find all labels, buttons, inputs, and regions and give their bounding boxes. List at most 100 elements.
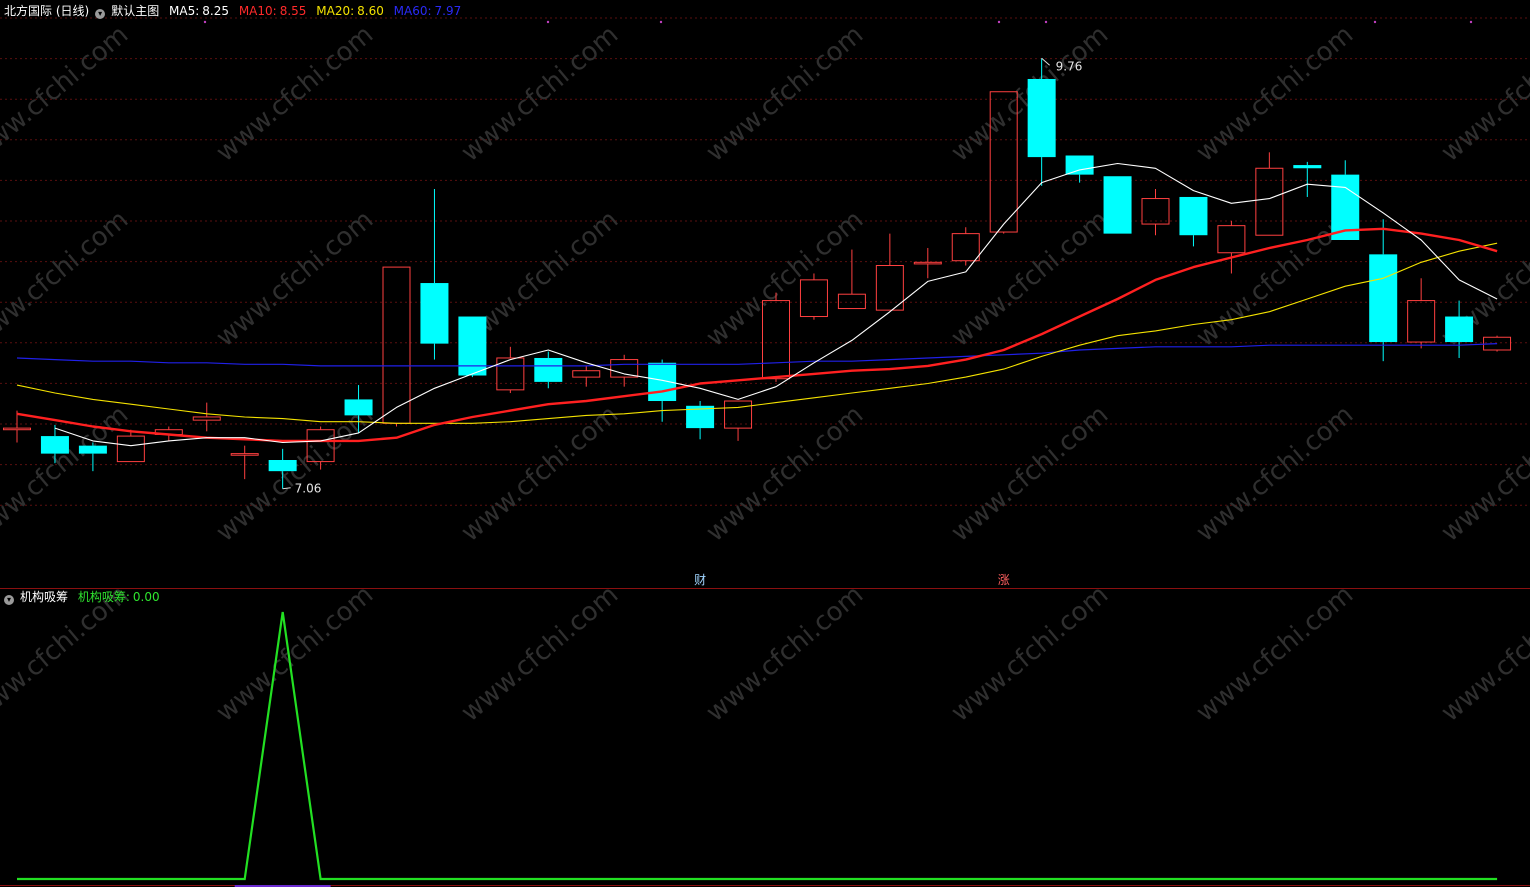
event-dot: [1469, 20, 1473, 24]
candle-body: [1065, 155, 1094, 175]
event-dot: [1373, 20, 1377, 24]
main-chart-label[interactable]: 默认主图: [111, 4, 159, 18]
ma5-label: MA5:: [169, 4, 200, 18]
indicator-value-label: 机构吸筹:: [77, 590, 130, 604]
ma10-label: MA10:: [238, 4, 277, 18]
ma60-value: 7.97: [434, 4, 462, 18]
candle-13: [496, 346, 525, 394]
candle-22: [837, 249, 866, 310]
event-label-18: 财: [694, 573, 706, 587]
candle-body: [1369, 254, 1398, 343]
ma20-value: 8.60: [357, 4, 384, 18]
candle-12: [458, 316, 487, 378]
high-price-label: 9.76: [1056, 59, 1083, 73]
candle-31: [1179, 196, 1208, 247]
candle-body: [724, 400, 753, 429]
event-dot: [659, 20, 663, 24]
main-chart-header: 北方国际 (日线) ▾ 默认主图 MA5: 8.25 MA10: 8.55 MA20: 8…: [4, 4, 467, 19]
ma5-readout: MA5: 8.25: [169, 4, 229, 18]
candle-body: [1217, 225, 1246, 254]
event-dot: [1044, 20, 1048, 24]
candle-body: [951, 233, 980, 262]
watermark-layer: www.cfchi.com www.cfchi.com www.cfchi.com w…: [0, 20, 1530, 728]
ma10-value: 8.55: [279, 4, 307, 18]
candle-body: [1179, 196, 1208, 236]
watermark-text: www.cfchi.com: [456, 400, 625, 548]
candle-body: [610, 359, 639, 378]
candle-33: [1255, 152, 1284, 236]
candle-body: [1141, 198, 1170, 225]
event-label-26: 涨: [998, 572, 1010, 587]
watermark-text: www.cfchi.com: [211, 580, 380, 728]
candle-body: [344, 399, 373, 416]
candle-body: [192, 416, 221, 421]
watermark-text: www.cfchi.com: [211, 20, 380, 168]
kline-chart-canvas[interactable]: www.cfchi.com www.cfchi.com www.cfchi.com w…: [0, 0, 1530, 887]
candle-body: [837, 293, 866, 310]
candle-body: [1407, 300, 1436, 343]
indicator-name[interactable]: 机构吸筹: [20, 590, 68, 604]
ma5-value: 8.25: [202, 4, 229, 18]
chevron-down-icon[interactable]: ▾: [95, 9, 106, 19]
candle-24: [913, 247, 942, 279]
candle-5: [192, 402, 221, 432]
watermark-text: www.cfchi.com: [1436, 20, 1530, 168]
candle-6: [230, 445, 259, 480]
candle-37: [1407, 278, 1436, 349]
ma20-label: MA20:: [316, 4, 355, 18]
watermark-text: www.cfchi.com: [0, 20, 134, 168]
candle-body: [799, 279, 828, 318]
ma60-label: MA60:: [393, 4, 432, 18]
candle-body: [875, 265, 904, 311]
chevron-down-icon[interactable]: ▾: [4, 595, 14, 605]
candle-14: [534, 351, 563, 389]
candle-body: [458, 316, 487, 376]
candle-body: [913, 261, 942, 265]
watermark-text: www.cfchi.com: [1191, 400, 1360, 548]
candle-body: [1445, 316, 1474, 343]
candle-28: [1065, 155, 1094, 183]
candle-29: [1103, 176, 1132, 234]
watermark-text: www.cfchi.com: [1191, 20, 1360, 168]
watermark-text: www.cfchi.com: [211, 205, 380, 353]
candle-body: [3, 427, 31, 431]
watermark-text: www.cfchi.com: [946, 400, 1115, 548]
candle-32: [1217, 220, 1246, 274]
candle-36: [1369, 219, 1398, 362]
indicator-readout: 机构吸筹: 0.00: [78, 590, 160, 604]
candle-body: [268, 460, 297, 472]
candle-30: [1141, 188, 1170, 236]
candle-body: [1103, 176, 1132, 234]
candle-body: [1293, 165, 1322, 169]
watermark-text: www.cfchi.com: [456, 580, 625, 728]
ma10-readout: MA10: 8.55: [239, 4, 307, 18]
candle-body: [420, 283, 449, 344]
candle-body: [78, 445, 107, 454]
candle-body: [116, 435, 145, 463]
ma60-line: [16, 343, 1498, 367]
ma20-readout: MA20: 8.60: [316, 4, 384, 18]
candle-34: [1293, 161, 1322, 197]
watermark-text: www.cfchi.com: [1436, 580, 1530, 728]
watermark-text: www.cfchi.com: [946, 205, 1115, 353]
watermark-text: www.cfchi.com: [1436, 400, 1530, 548]
candle-body: [1255, 167, 1284, 236]
watermark-text: www.cfchi.com: [0, 205, 134, 353]
event-dot: [997, 20, 1001, 24]
event-dot: [203, 20, 207, 24]
low-price-label: 7.06: [295, 482, 322, 496]
candle-body: [230, 453, 259, 456]
candle-body: [534, 357, 563, 382]
candle-body: [382, 266, 411, 424]
sub-chart-header: ▾ 机构吸筹 机构吸筹: 0.00: [4, 590, 166, 605]
candle-23: [875, 233, 904, 311]
watermark-text: www.cfchi.com: [1191, 580, 1360, 728]
watermark-text: www.cfchi.com: [701, 20, 870, 168]
candle-body: [572, 370, 601, 378]
watermark-text: www.cfchi.com: [456, 20, 625, 168]
watermark-text: www.cfchi.com: [946, 580, 1115, 728]
indicator-value: 0.00: [132, 590, 160, 604]
stock-title: 北方国际 (日线): [4, 4, 90, 18]
watermark-text: www.cfchi.com: [701, 580, 870, 728]
candle-18: [686, 401, 715, 440]
